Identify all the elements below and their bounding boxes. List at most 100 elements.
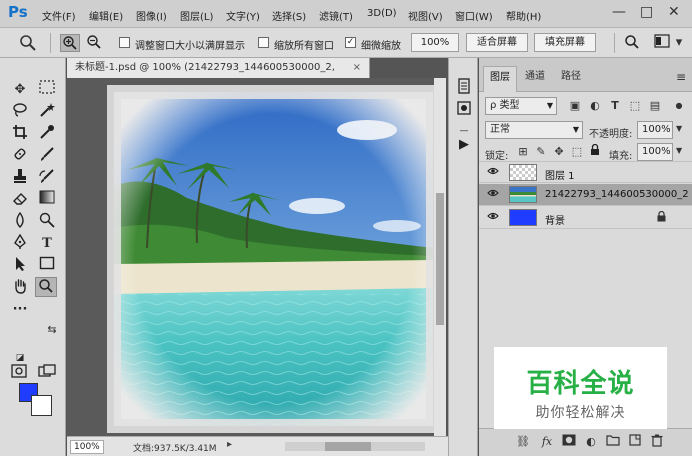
quick-mask-icon[interactable] — [8, 364, 30, 384]
eye-icon[interactable] — [487, 188, 499, 201]
menu-edit[interactable]: 编辑(E) — [89, 8, 123, 23]
type-tool-icon[interactable]: T — [36, 234, 58, 254]
more-tools-icon[interactable]: ··· — [9, 300, 31, 320]
path-selection-icon[interactable] — [9, 256, 31, 276]
filter-type-icon[interactable]: T — [607, 98, 623, 114]
filter-adjustment-icon[interactable]: ◐ — [587, 98, 603, 114]
lock-transparency-icon[interactable]: ⊞ — [515, 144, 531, 160]
maximize-button[interactable]: □ — [640, 4, 653, 20]
vertical-scrollbar[interactable] — [434, 78, 446, 436]
menu-3d[interactable]: 3D(D) — [367, 8, 397, 19]
fill-field[interactable]: 100% — [637, 143, 673, 161]
layer-row[interactable]: 21422793_144600530000_2 — [479, 184, 692, 206]
eye-icon[interactable] — [487, 211, 499, 224]
panel-menu-icon[interactable]: ≡ — [676, 70, 686, 84]
pen-tool-icon[interactable] — [9, 233, 31, 254]
layer-filter-dropdown[interactable]: ρ 类型 ▼ — [485, 97, 557, 115]
magic-wand-icon[interactable] — [36, 102, 58, 122]
menu-type[interactable]: 文字(Y) — [226, 8, 260, 23]
zoom-tool-icon[interactable] — [35, 277, 57, 297]
gradient-tool-icon[interactable] — [36, 190, 58, 210]
add-mask-icon[interactable] — [561, 434, 577, 450]
menu-filter[interactable]: 滤镜(T) — [319, 8, 353, 23]
trash-icon[interactable] — [649, 434, 665, 450]
opacity-field[interactable]: 100% — [637, 121, 673, 139]
lock-artboard-icon[interactable]: ⬚ — [569, 144, 585, 160]
minimize-button[interactable]: — — [612, 4, 626, 20]
filter-smart-object-icon[interactable]: ▤ — [647, 98, 663, 114]
menu-select[interactable]: 选择(S) — [272, 8, 306, 23]
close-button[interactable]: ✕ — [668, 4, 680, 20]
search-icon[interactable] — [622, 34, 642, 52]
zoom-value-field[interactable]: 100% — [411, 33, 459, 52]
close-icon[interactable]: × — [353, 58, 361, 78]
layer-row[interactable]: 图层 1 — [479, 161, 692, 183]
lasso-tool-icon[interactable] — [9, 102, 31, 122]
menu-help[interactable]: 帮助(H) — [506, 8, 541, 23]
stamp-tool-icon[interactable] — [9, 168, 31, 188]
history-panel-icon[interactable] — [455, 78, 473, 96]
fx-icon[interactable]: fx — [539, 434, 555, 450]
eraser-tool-icon[interactable] — [9, 190, 31, 210]
status-menu-arrow-icon[interactable]: ▸ — [227, 439, 232, 450]
canvas-viewport[interactable] — [67, 78, 434, 436]
zoom-all-windows-checkbox[interactable] — [258, 37, 269, 48]
menu-view[interactable]: 视图(V) — [408, 8, 443, 23]
move-tool-icon[interactable]: ✥ — [9, 80, 31, 100]
horizontal-scrollbar[interactable] — [285, 442, 425, 451]
tab-paths[interactable]: 路径 — [555, 66, 587, 92]
scrollbar-thumb[interactable] — [436, 193, 444, 325]
eye-icon[interactable] — [487, 166, 499, 179]
background-color-swatch[interactable] — [31, 395, 52, 416]
filter-toggle-icon[interactable]: ● — [671, 98, 687, 114]
new-layer-icon[interactable] — [627, 434, 643, 450]
workspace-icon[interactable] — [652, 34, 672, 52]
hand-tool-icon[interactable] — [9, 278, 31, 298]
filter-shape-icon[interactable]: ⬚ — [627, 98, 643, 114]
lock-label: 锁定: — [485, 151, 509, 162]
scrollbar-thumb[interactable] — [325, 442, 371, 451]
tab-layers[interactable]: 图层 — [483, 66, 517, 92]
zoom-tool-preset-icon[interactable] — [18, 34, 38, 52]
screen-mode-icon[interactable] — [36, 364, 58, 384]
scrubby-zoom-checkbox[interactable]: ✓ — [345, 37, 356, 48]
swap-colors-icon[interactable]: ⇆ — [41, 320, 63, 340]
chevron-down-icon[interactable]: ▾ — [672, 34, 686, 52]
resize-windows-checkbox[interactable] — [119, 37, 130, 48]
filter-pixel-icon[interactable]: ▣ — [567, 98, 583, 114]
tab-channels[interactable]: 通道 — [519, 66, 551, 92]
rectangle-tool-icon[interactable] — [36, 256, 58, 276]
new-group-icon[interactable] — [605, 434, 621, 450]
chevron-down-icon[interactable]: ▼ — [676, 146, 682, 155]
brush-tool-icon[interactable] — [36, 146, 58, 166]
chevron-down-icon[interactable]: ▼ — [676, 124, 682, 133]
link-layers-icon[interactable]: ⛓ — [515, 434, 531, 450]
document-tab[interactable]: 未标题-1.psd @ 100% (21422793_144600530000_… — [67, 58, 370, 93]
eyedropper-icon[interactable] — [36, 124, 58, 144]
document-info[interactable]: 文档:937.5K/3.41M — [133, 441, 217, 454]
lock-all-icon[interactable] — [587, 143, 603, 160]
lock-pixels-icon[interactable]: ✎ — [533, 144, 549, 160]
blur-tool-icon[interactable] — [9, 211, 31, 232]
fit-screen-button[interactable]: 适合屏幕 — [466, 33, 528, 52]
fill-screen-button[interactable]: 填充屏幕 — [534, 33, 596, 52]
history-brush-icon[interactable] — [36, 168, 58, 188]
properties-panel-icon[interactable] — [455, 100, 473, 118]
adjustment-layer-icon[interactable]: ◐ — [583, 434, 599, 450]
healing-brush-icon[interactable] — [9, 146, 31, 166]
crop-tool-icon[interactable] — [9, 124, 31, 144]
menu-image[interactable]: 图像(I) — [136, 8, 167, 23]
blend-mode-dropdown[interactable]: 正常 ▼ — [485, 121, 583, 139]
lock-position-icon[interactable]: ✥ — [551, 144, 567, 160]
layer-row[interactable]: 背景 — [479, 207, 692, 229]
zoom-out-icon[interactable] — [84, 34, 104, 52]
menu-window[interactable]: 窗口(W) — [455, 8, 493, 23]
play-action-icon[interactable]: ▶ — [455, 136, 473, 154]
menu-layer[interactable]: 图层(L) — [180, 8, 213, 23]
dodge-tool-icon[interactable] — [36, 212, 58, 232]
canvas-image[interactable] — [67, 78, 434, 436]
zoom-in-icon[interactable] — [60, 34, 80, 52]
marquee-tool-icon[interactable] — [36, 80, 58, 100]
zoom-level-field[interactable]: 100% — [70, 440, 104, 454]
menu-file[interactable]: 文件(F) — [42, 8, 76, 23]
